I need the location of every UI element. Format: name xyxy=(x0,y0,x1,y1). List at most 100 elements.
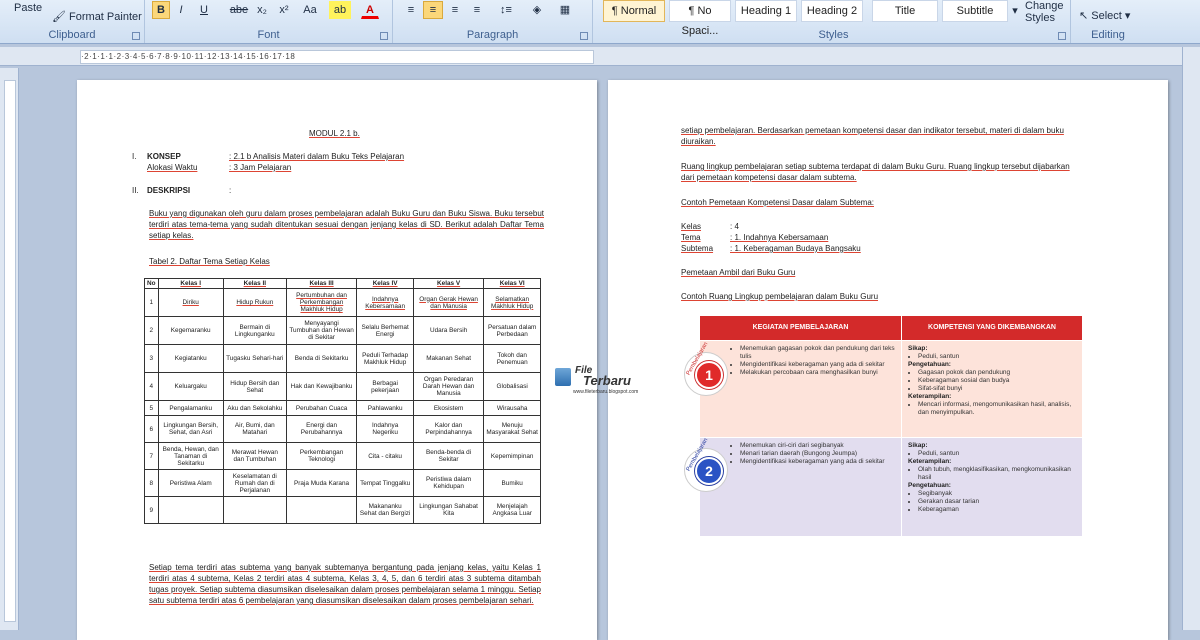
table-cell: Perkembangan Teknologi xyxy=(285,442,358,470)
subtema-label: Subtema xyxy=(681,244,714,253)
select-button[interactable]: ↖ Select ▾ xyxy=(1079,9,1130,22)
watermark-url: www.fileterbaru.blogspot.com xyxy=(573,389,639,395)
watermark: File Terbaru www.fileterbaru.blogspot.co… xyxy=(555,365,650,395)
styles-more-button[interactable]: ▾ xyxy=(1009,2,1021,22)
style-heading-2[interactable]: Heading 2 xyxy=(801,0,863,22)
change-case-button[interactable]: Aa xyxy=(297,1,323,19)
kelas-label: Kelas xyxy=(681,222,702,231)
styles-label: Styles xyxy=(818,29,849,41)
tema-label: Tema xyxy=(681,233,701,242)
vertical-scrollbar[interactable] xyxy=(1182,47,1200,630)
font-launcher[interactable] xyxy=(380,32,388,40)
align-left-button[interactable]: ≡ xyxy=(401,1,421,19)
badge-2-ring: Pembelajaran 2 xyxy=(684,437,728,492)
style-normal[interactable]: ¶ Normal xyxy=(603,0,665,22)
paragraph-launcher[interactable] xyxy=(580,32,588,40)
table-header-cell: Kelas VI xyxy=(483,278,541,289)
table-cell: 3 xyxy=(144,344,159,373)
table-cell: Cita - citaku xyxy=(356,442,414,470)
shading-button[interactable]: ◈ xyxy=(525,1,549,19)
line-spacing-icon: ↕≡ xyxy=(500,4,512,16)
table-cell: Indahnya Negeriku xyxy=(356,415,414,443)
table-cell: Udara Bersih xyxy=(412,316,485,345)
horizontal-ruler[interactable]: ·2·1·1·1·2·3·4·5·6·7·8·9·10·11·12·13·14·… xyxy=(0,47,1183,66)
style-title[interactable]: Title xyxy=(872,0,938,22)
italic-button[interactable]: I xyxy=(172,1,190,19)
p2-paragraph-2: Ruang lingkup pembelajaran setiap subtem… xyxy=(681,162,1070,182)
list-item: Menemukan ciri-ciri dari segibanyak xyxy=(740,442,895,450)
paste-button[interactable]: Paste xyxy=(14,2,42,14)
editing-label: Editing xyxy=(1091,29,1125,41)
subscript-button[interactable]: x₂ xyxy=(253,1,271,19)
section-1-label: KONSEP xyxy=(147,152,181,161)
paragraph-2: Setiap tema terdiri atas subtema yang ba… xyxy=(149,563,541,605)
table-header-cell: Kelas III xyxy=(285,278,358,289)
table-caption: Tabel 2. Daftar Tema Setiap Kelas xyxy=(149,257,270,266)
k1-sikap-list: Peduli, santun xyxy=(908,353,1076,361)
list-item: Gerakan dasar tarian xyxy=(918,498,1076,506)
section-2-number: II. xyxy=(132,186,139,195)
table-cell xyxy=(285,496,358,524)
style-heading-1[interactable]: Heading 1 xyxy=(735,0,797,22)
table-cell: Diriku xyxy=(157,288,224,317)
table-cell: Bumiku xyxy=(483,469,541,497)
table-cell: Globalisasi xyxy=(483,372,541,401)
vertical-ruler[interactable] xyxy=(0,68,19,630)
align-left-icon: ≡ xyxy=(407,4,415,16)
k2-pengetahuan-list: SegibanyakGerakan dasar tarianKeberagama… xyxy=(908,490,1076,514)
bold-button[interactable]: B xyxy=(152,1,170,19)
list-item: Menemukan gagasan pokok dan pendukung da… xyxy=(740,345,895,361)
table-cell: Selamatkan Makhluk Hidup xyxy=(483,288,541,317)
table-cell: Keluargaku xyxy=(157,372,224,401)
kegiatan-list-1: Menemukan gagasan pokok dan pendukung da… xyxy=(730,345,895,377)
table-cell: 1 xyxy=(144,288,159,317)
section-2-label: DESKRIPSI xyxy=(147,186,191,195)
table-row: 5 Pengalamanku Aku dan Sekolahku Perubahan … xyxy=(144,400,541,416)
format-painter-button[interactable]: 🖌 Format Painter xyxy=(52,10,142,23)
change-styles-button[interactable]: Change Styles xyxy=(1025,0,1069,24)
table-header-cell: Kelas II xyxy=(222,278,287,289)
style-subtitle[interactable]: Subtitle xyxy=(942,0,1008,22)
table-row: 6 Lingkungan Bersih, Sehat, dan Asri Air, … xyxy=(144,415,541,443)
k2-sikap-label: Sikap: xyxy=(908,442,928,449)
table-cell: Lingkungan Sahabat Kita xyxy=(412,496,485,524)
table-cell: Benda di Sekitarku xyxy=(285,344,358,373)
table-cell: Pertumbuhan dan Perkembangan Makhluk Hid… xyxy=(285,288,358,317)
table-cell: Organ Peredaran Darah Hewan dan Manusia xyxy=(412,372,485,401)
table-row: 1 Diriku Hidup Rukun Pertumbuhan dan Perkem… xyxy=(144,288,541,317)
table-cell: Persatuan dalam Perbedaan xyxy=(483,316,541,345)
kegiatan-cell-1: Menemukan gagasan pokok dan pendukung da… xyxy=(700,341,901,437)
paragraph-label: Paragraph xyxy=(466,29,519,41)
k1-keterampilan-list: Mencari informasi, mengomunikasikan hasi… xyxy=(908,401,1076,417)
section-1-value: : 2.1 b Analisis Materi dalam Buku Teks … xyxy=(229,152,405,161)
table-cell: Peristiwa dalam Kehidupan xyxy=(412,469,485,497)
table-cell: Energi dan Perubahannya xyxy=(285,415,358,443)
list-item: Mencari informasi, mengomunikasikan hasi… xyxy=(918,401,1076,417)
p2-paragraph-3: Contoh Pemetaan Kompetensi Dasar dalam S… xyxy=(681,198,874,207)
select-label: Select xyxy=(1091,10,1122,22)
line-spacing-button[interactable]: ↕≡ xyxy=(493,1,519,19)
superscript-button[interactable]: x² xyxy=(275,1,293,19)
strikethrough-button[interactable]: abe xyxy=(227,1,251,19)
table-cell: Benda-benda di Sekitar xyxy=(412,442,485,470)
highlight-button[interactable]: ab xyxy=(329,1,351,19)
style-no-spacing[interactable]: ¶ No Spaci... xyxy=(669,0,731,37)
page-2: setiap pembelajaran. Berdasarkan pemetaa… xyxy=(608,80,1168,640)
list-item: Mengidentifikasi keberagaman yang ada di… xyxy=(740,458,895,466)
justify-button[interactable]: ≡ xyxy=(467,1,487,19)
styles-launcher[interactable] xyxy=(1058,32,1066,40)
borders-button[interactable]: ▦ xyxy=(553,1,577,19)
alloc-value: : 3 Jam Pelajaran xyxy=(229,163,292,172)
underline-button[interactable]: U xyxy=(195,1,213,19)
kompetensi-header: KOMPETENSI YANG DIKEMBANGKAN xyxy=(902,316,1082,340)
table-cell: Kegemaranku xyxy=(157,316,224,345)
table-cell: Tokoh dan Penemuan xyxy=(483,344,541,373)
table-cell: Makanan Sehat xyxy=(412,344,485,373)
font-color-button[interactable]: A xyxy=(361,1,379,19)
table-cell: 7 xyxy=(144,442,159,470)
align-center-button[interactable]: ≡ xyxy=(423,1,443,19)
ruler-scale: ·2·1·1·1·2·3·4·5·6·7·8·9·10·11·12·13·14·… xyxy=(80,50,594,64)
clipboard-launcher[interactable] xyxy=(132,32,140,40)
align-right-button[interactable]: ≡ xyxy=(445,1,465,19)
format-painter-label: Format Painter xyxy=(69,11,142,23)
